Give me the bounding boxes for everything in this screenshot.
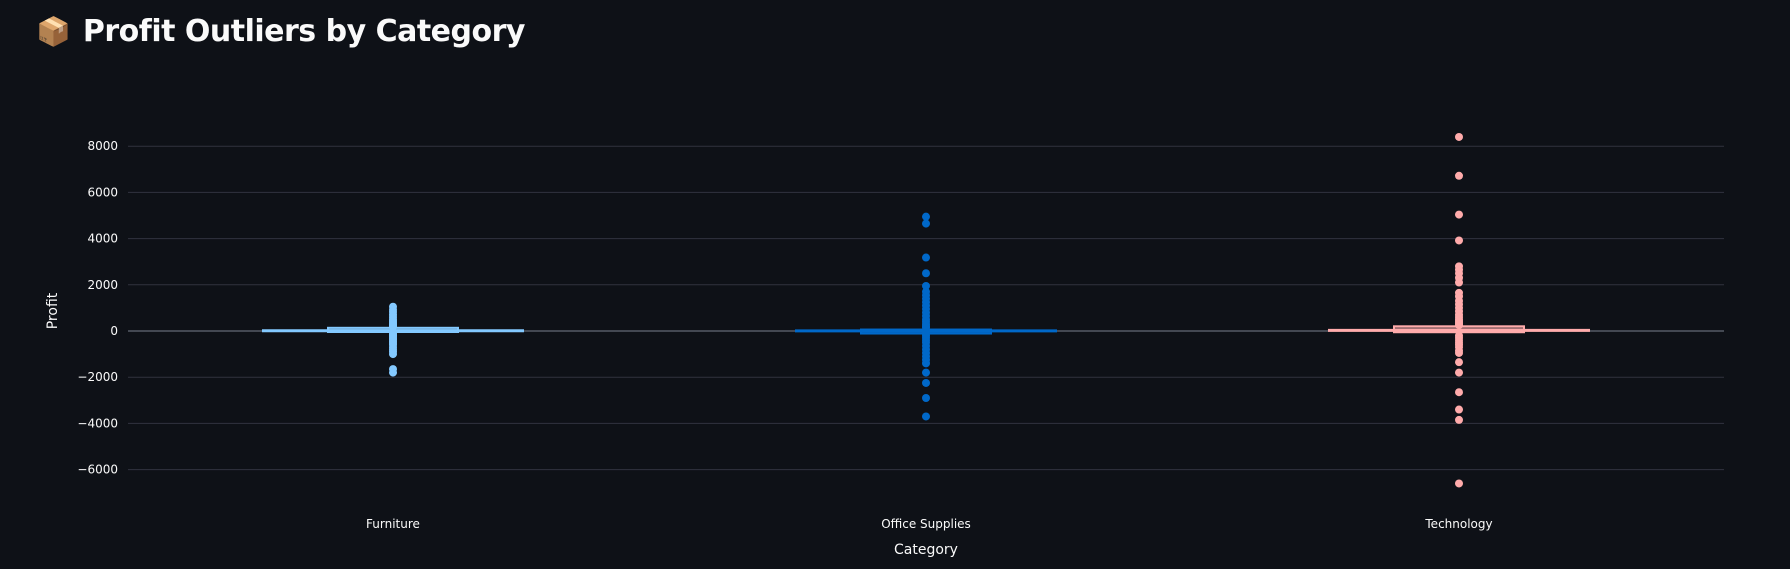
outlier-point: [1455, 321, 1463, 330]
outlier-point: [922, 219, 930, 228]
y-tick-label: 2000: [87, 278, 118, 292]
y-tick-label: 8000: [87, 139, 118, 153]
outlier-point: [1455, 405, 1463, 414]
y-tick-label: 6000: [87, 185, 118, 199]
x-tick-label: Technology: [1424, 517, 1492, 531]
outlier-point: [922, 378, 930, 387]
outlier-point: [922, 269, 930, 278]
outlier-point: [1455, 210, 1463, 219]
outlier-point: [1455, 368, 1463, 377]
box-technology: [1328, 132, 1590, 488]
outlier-point: [1455, 415, 1463, 424]
outlier-point: [922, 212, 930, 221]
outlier-point: [922, 359, 930, 368]
outlier-point: [1455, 278, 1463, 287]
outlier-point: [1455, 479, 1463, 488]
x-axis-ticks: Furniture Office Supplies Technology: [366, 517, 1493, 531]
outlier-point: [1455, 348, 1463, 357]
x-tick-label: Furniture: [366, 517, 420, 531]
box-office-supplies: [795, 212, 1057, 421]
box-furniture: [262, 302, 524, 377]
x-axis-label: Category: [894, 542, 958, 558]
outlier-point: [1455, 358, 1463, 367]
y-axis-label: Profit: [45, 292, 61, 329]
outlier-point: [922, 253, 930, 262]
outlier-point: [922, 412, 930, 421]
outlier-point: [1455, 171, 1463, 180]
outlier-point: [1455, 388, 1463, 397]
y-tick-label: 0: [110, 324, 118, 338]
x-tick-label: Office Supplies: [881, 517, 971, 531]
outlier-point: [922, 393, 930, 402]
y-tick-label: −6000: [77, 463, 118, 477]
outlier-point: [389, 322, 397, 331]
box-series: [262, 132, 1590, 488]
y-tick-label: −2000: [77, 370, 118, 384]
box-plot-chart: 8000 6000 4000 2000 0 −2000 −4000 −6000 Furnitu…: [45, 132, 1724, 558]
outlier-point: [1455, 132, 1463, 141]
y-tick-label: 4000: [87, 232, 118, 246]
outlier-point: [389, 350, 397, 359]
y-axis-ticks: 8000 6000 4000 2000 0 −2000 −4000 −6000: [77, 139, 118, 476]
outlier-point: [1455, 236, 1463, 245]
outlier-point: [389, 368, 397, 377]
y-tick-label: −4000: [77, 416, 118, 430]
outlier-point: [922, 368, 930, 377]
